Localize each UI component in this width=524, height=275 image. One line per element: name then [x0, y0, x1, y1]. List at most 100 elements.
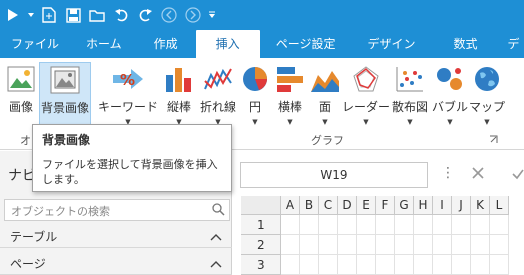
- cell-k2[interactable]: [471, 235, 490, 255]
- cell-k1[interactable]: [471, 215, 490, 235]
- column-header-j[interactable]: J: [452, 196, 471, 215]
- cell-d1[interactable]: [338, 215, 357, 235]
- scatter-chart-button[interactable]: 散布図 ▼: [390, 62, 430, 128]
- tab-truncated[interactable]: デ: [499, 30, 524, 58]
- cell-f2[interactable]: [376, 235, 395, 255]
- radar-chart-button[interactable]: レーダー ▼: [342, 62, 390, 128]
- row-header-2[interactable]: 2: [241, 235, 281, 255]
- tab-formula[interactable]: 数式: [431, 30, 499, 58]
- open-folder-icon[interactable]: [88, 6, 106, 24]
- search-icon[interactable]: [212, 203, 225, 219]
- cell-h2[interactable]: [414, 235, 433, 255]
- customize-toolbar-icon[interactable]: [208, 6, 216, 24]
- bubble-chart-button[interactable]: バブル ▼: [432, 62, 468, 128]
- cell-i1[interactable]: [433, 215, 452, 235]
- row-header-3[interactable]: 3: [241, 255, 281, 275]
- tab-home[interactable]: ホーム: [72, 30, 136, 58]
- dropdown-arrow-icon[interactable]: [28, 6, 34, 24]
- background-image-icon: [48, 63, 82, 97]
- tab-insert[interactable]: 挿入: [195, 30, 260, 58]
- cell-g2[interactable]: [395, 235, 414, 255]
- cell-l2[interactable]: [490, 235, 509, 255]
- cell-a2[interactable]: [281, 235, 300, 255]
- cell-g3[interactable]: [395, 255, 414, 275]
- tab-file[interactable]: ファイル: [0, 30, 72, 58]
- cell-l1[interactable]: [490, 215, 509, 235]
- horizontal-bar-label: 横棒: [277, 100, 302, 114]
- column-header-g[interactable]: G: [395, 196, 414, 215]
- cell-b1[interactable]: [300, 215, 319, 235]
- cell-i3[interactable]: [433, 255, 452, 275]
- cell-k3[interactable]: [471, 255, 490, 275]
- run-icon[interactable]: [4, 6, 22, 24]
- vertical-bar-label: 縦棒: [166, 100, 191, 114]
- tooltip-body: ファイルを選択して背景画像を挿入します。: [42, 158, 218, 186]
- chevron-up-icon[interactable]: [210, 230, 222, 244]
- nav-section-page[interactable]: ページ: [0, 251, 232, 275]
- cell-b2[interactable]: [300, 235, 319, 255]
- pie-chart-button[interactable]: 円 ▼: [240, 62, 270, 128]
- nav-section-label: ページ: [10, 257, 46, 271]
- cell-i2[interactable]: [433, 235, 452, 255]
- chevron-up-icon[interactable]: [210, 257, 222, 271]
- cell-c2[interactable]: [319, 235, 338, 255]
- ribbon-tabs: ファイル ホーム 作成 挿入 ページ設定 デザイン 数式 デ: [0, 30, 524, 58]
- cell-a1[interactable]: [281, 215, 300, 235]
- map-button[interactable]: マップ ▼: [469, 62, 505, 128]
- cell-j3[interactable]: [452, 255, 471, 275]
- save-icon[interactable]: [64, 6, 82, 24]
- column-header-f[interactable]: F: [376, 196, 395, 215]
- column-header-h[interactable]: H: [414, 196, 433, 215]
- image-button[interactable]: 画像: [4, 62, 38, 128]
- vertical-bar-chart-button[interactable]: 縦棒 ▼: [163, 62, 195, 128]
- back-icon[interactable]: [160, 6, 178, 24]
- cell-d3[interactable]: [338, 255, 357, 275]
- pie-label: 円: [248, 100, 261, 114]
- horizontal-bar-chart-button[interactable]: 横棒 ▼: [274, 62, 306, 128]
- background-image-button[interactable]: 背景画像: [39, 62, 91, 128]
- nav-section-table[interactable]: テーブル: [0, 224, 232, 248]
- line-label: 折れ線: [199, 100, 236, 114]
- cell-h3[interactable]: [414, 255, 433, 275]
- row-header-1[interactable]: 1: [241, 215, 281, 235]
- cell-b3[interactable]: [300, 255, 319, 275]
- name-box[interactable]: W19: [240, 162, 428, 188]
- column-header-e[interactable]: E: [357, 196, 376, 215]
- cell-f3[interactable]: [376, 255, 395, 275]
- column-header-c[interactable]: C: [319, 196, 338, 215]
- keyword-button[interactable]: % キーワード ▼: [98, 62, 158, 128]
- cell-f1[interactable]: [376, 215, 395, 235]
- cell-d2[interactable]: [338, 235, 357, 255]
- column-header-i[interactable]: I: [433, 196, 452, 215]
- tab-design[interactable]: デザイン: [351, 30, 431, 58]
- cell-e3[interactable]: [357, 255, 376, 275]
- line-chart-button[interactable]: 折れ線 ▼: [199, 62, 237, 128]
- cell-e1[interactable]: [357, 215, 376, 235]
- column-header-k[interactable]: K: [471, 196, 490, 215]
- forward-icon[interactable]: [184, 6, 202, 24]
- object-search-input[interactable]: オブジェクトの検索: [4, 199, 230, 221]
- column-header-d[interactable]: D: [338, 196, 357, 215]
- tab-create[interactable]: 作成: [136, 30, 196, 58]
- cell-a3[interactable]: [281, 255, 300, 275]
- cell-h1[interactable]: [414, 215, 433, 235]
- column-header-l[interactable]: L: [490, 196, 509, 215]
- cell-c3[interactable]: [319, 255, 338, 275]
- confirm-icon[interactable]: [512, 168, 524, 183]
- column-header-b[interactable]: B: [300, 196, 319, 215]
- area-chart-button[interactable]: 面 ▼: [309, 62, 341, 128]
- undo-icon[interactable]: [112, 6, 130, 24]
- tab-page-setup[interactable]: ページ設定: [260, 30, 352, 58]
- cell-e2[interactable]: [357, 235, 376, 255]
- new-document-icon[interactable]: [40, 6, 58, 24]
- cell-j2[interactable]: [452, 235, 471, 255]
- select-all-corner[interactable]: [241, 196, 281, 215]
- column-header-a[interactable]: A: [281, 196, 300, 215]
- cell-j1[interactable]: [452, 215, 471, 235]
- cell-g1[interactable]: [395, 215, 414, 235]
- cancel-icon[interactable]: [470, 165, 486, 184]
- cell-l3[interactable]: [490, 255, 509, 275]
- cell-c1[interactable]: [319, 215, 338, 235]
- redo-icon[interactable]: [136, 6, 154, 24]
- dialog-launcher-icon[interactable]: [489, 133, 498, 143]
